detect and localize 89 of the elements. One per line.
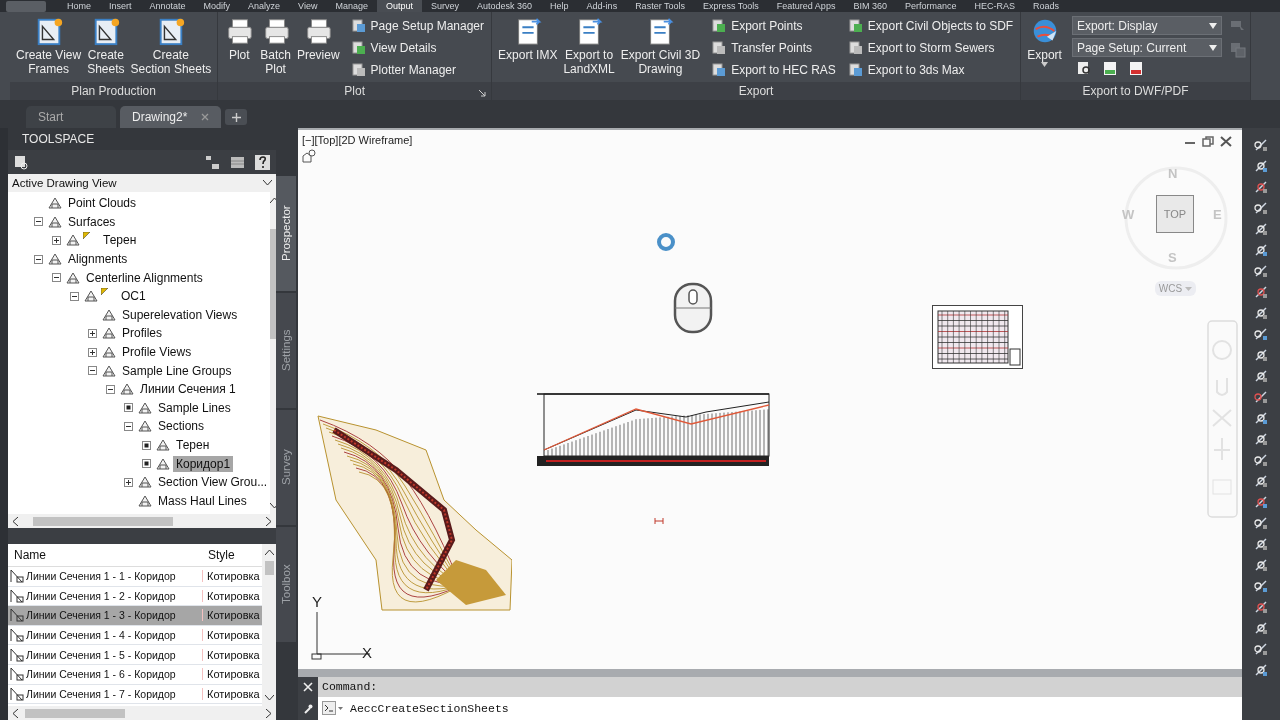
tree-item[interactable]: Surfaces: [65, 213, 119, 230]
ribbon-button[interactable]: Batch Plot: [258, 16, 293, 76]
panel-title: Export to DWF/PDF: [1082, 84, 1189, 98]
ribbon-button[interactable]: Export IMX: [496, 16, 560, 62]
ribbon-button[interactable]: Preview: [294, 16, 342, 62]
ribbon-button[interactable]: Transfer Points: [708, 38, 839, 58]
dropdown[interactable]: Export: Display: [1071, 16, 1222, 35]
table-row[interactable]: Линии Сечения 1 - 4 - Коридор Котировка: [8, 625, 262, 646]
panel-title: Export: [738, 84, 774, 98]
ribbon-button[interactable]: Create Sheets: [85, 16, 127, 76]
table-cell: Линии Сечения 1 - 1 - Коридор: [26, 570, 176, 583]
axis-label: Y: [312, 593, 322, 610]
ribbon-tab[interactable]: Output: [377, 0, 423, 12]
table-cell: Линии Сечения 1 - 2 - Коридор: [26, 589, 176, 602]
ribbon-button[interactable]: Export Civil 3D Drawing: [618, 16, 703, 76]
table-row[interactable]: Линии Сечения 1 - 5 - Коридор Котировка: [8, 645, 262, 665]
ribbon-tab[interactable]: Express Tools: [694, 0, 768, 12]
ribbon-tab[interactable]: Featured Apps: [767, 0, 845, 12]
table-cell: Линии Сечения 1 - 5 - Коридор: [26, 648, 176, 661]
tree-item[interactable]: Section View Grou...: [155, 474, 271, 491]
ribbon-tab[interactable]: Survey: [422, 0, 469, 12]
panel-title: Plan Production: [71, 84, 156, 98]
view-selector[interactable]: Active Drawing View: [8, 174, 276, 192]
ribbon-tab[interactable]: Manage: [326, 0, 377, 12]
column-header[interactable]: Style: [202, 548, 262, 562]
tree-item[interactable]: Sample Lines: [155, 399, 234, 416]
command-input[interactable]: AeccCreateSectionSheets: [350, 701, 509, 715]
ribbon-button[interactable]: Export Civil Objects to SDF: [844, 16, 1017, 36]
ribbon-tab[interactable]: Performance: [895, 0, 966, 12]
side-tab[interactable]: Survey: [276, 410, 296, 525]
table-row[interactable]: Линии Сечения 1 - 6 - Коридор Котировка: [8, 664, 262, 685]
tree-item[interactable]: Alignments: [65, 251, 131, 268]
ribbon-tab[interactable]: Analyze: [239, 0, 290, 12]
palette-title: TOOLSPACE: [22, 132, 95, 146]
ribbon-button[interactable]: Export to LandXML: [561, 16, 617, 76]
ribbon-tab[interactable]: Annotate: [140, 0, 195, 12]
ribbon-button[interactable]: Plotter Manager: [347, 60, 488, 80]
table-cell: Линии Сечения 1 - 4 - Коридор: [26, 629, 176, 642]
tree-item[interactable]: Терен: [173, 437, 213, 453]
tree-item[interactable]: Sections: [155, 418, 208, 435]
table-cell: Линии Сечения 1 - 7 - Коридор: [26, 687, 176, 700]
table-row[interactable]: Линии Сечения 1 - 7 - Коридор Котировка: [8, 684, 262, 705]
table-row[interactable]: Линии Сечения 1 - 1 - Коридор Котировка: [8, 567, 262, 587]
side-tab[interactable]: Prospector: [276, 176, 296, 291]
tree-item[interactable]: Point Clouds: [65, 195, 140, 212]
tree-item[interactable]: Терен: [100, 232, 140, 249]
viewport-controls[interactable]: [−][Top][2D Wireframe]: [302, 134, 413, 146]
table-cell: Линии Сечения 1 - 3 - Коридор: [26, 609, 176, 622]
document-tab[interactable]: Start: [26, 106, 116, 128]
ribbon-tab[interactable]: Modify: [194, 0, 240, 12]
ribbon-button[interactable]: Export: [1025, 16, 1064, 67]
ribbon-tab[interactable]: Raster Tools: [626, 0, 694, 12]
ribbon-button[interactable]: Export to Storm Sewers: [844, 38, 1017, 58]
side-tab[interactable]: Toolbox: [276, 527, 296, 642]
tree-item[interactable]: Profile Views: [119, 344, 195, 361]
ribbon-button[interactable]: Create View Frames: [14, 16, 84, 76]
ribbon-tab[interactable]: BIM 360: [844, 0, 896, 12]
ribbon-button[interactable]: Page Setup Manager: [347, 16, 488, 36]
table-cell: Линии Сечения 1 - 6 - Коридор: [26, 668, 176, 681]
tree-item[interactable]: Profiles: [119, 325, 165, 342]
ribbon-tab[interactable]: Insert: [100, 0, 141, 12]
ribbon-button[interactable]: Export Points: [708, 16, 839, 36]
tree-item[interactable]: Superelevation Views: [119, 306, 241, 323]
dropdown[interactable]: Page Setup: Current: [1071, 38, 1222, 57]
ribbon-tab[interactable]: Add-ins: [577, 0, 627, 12]
ribbon-tab[interactable]: View: [289, 0, 327, 12]
column-header[interactable]: Name: [8, 548, 202, 562]
tree-item[interactable]: OC1: [118, 288, 149, 305]
tree-item[interactable]: Коридор1: [173, 455, 234, 472]
command-history: Command:: [318, 676, 1242, 697]
side-tab[interactable]: Settings: [276, 293, 296, 408]
ribbon-tab[interactable]: Roads: [1023, 0, 1068, 12]
panel-title: Plot: [344, 84, 365, 98]
table-row[interactable]: Линии Сечения 1 - 3 - Коридор Котировка: [8, 606, 262, 626]
ribbon-button[interactable]: Plot: [222, 16, 257, 62]
document-tab[interactable]: Drawing2*: [120, 106, 222, 128]
ribbon-tab[interactable]: Help: [541, 0, 578, 12]
ribbon-button[interactable]: Export to 3ds Max: [844, 60, 1017, 80]
ribbon-tab[interactable]: Autodesk 360: [468, 0, 542, 12]
tree-item[interactable]: Centerline Alignments: [83, 269, 206, 286]
tree-item[interactable]: Sample Line Groups: [119, 362, 235, 379]
ribbon-button[interactable]: View Details: [347, 38, 488, 58]
axis-label: X: [362, 644, 372, 661]
ribbon-button[interactable]: Export to HEC RAS: [708, 60, 839, 80]
ribbon-tab[interactable]: HEC-RAS: [965, 0, 1024, 12]
ribbon-button[interactable]: Create Section Sheets: [128, 16, 214, 76]
tree-item[interactable]: Mass Haul Lines: [155, 492, 250, 509]
tree-item[interactable]: Линии Сечения 1: [137, 381, 239, 398]
ribbon-tab[interactable]: Home: [58, 0, 100, 12]
